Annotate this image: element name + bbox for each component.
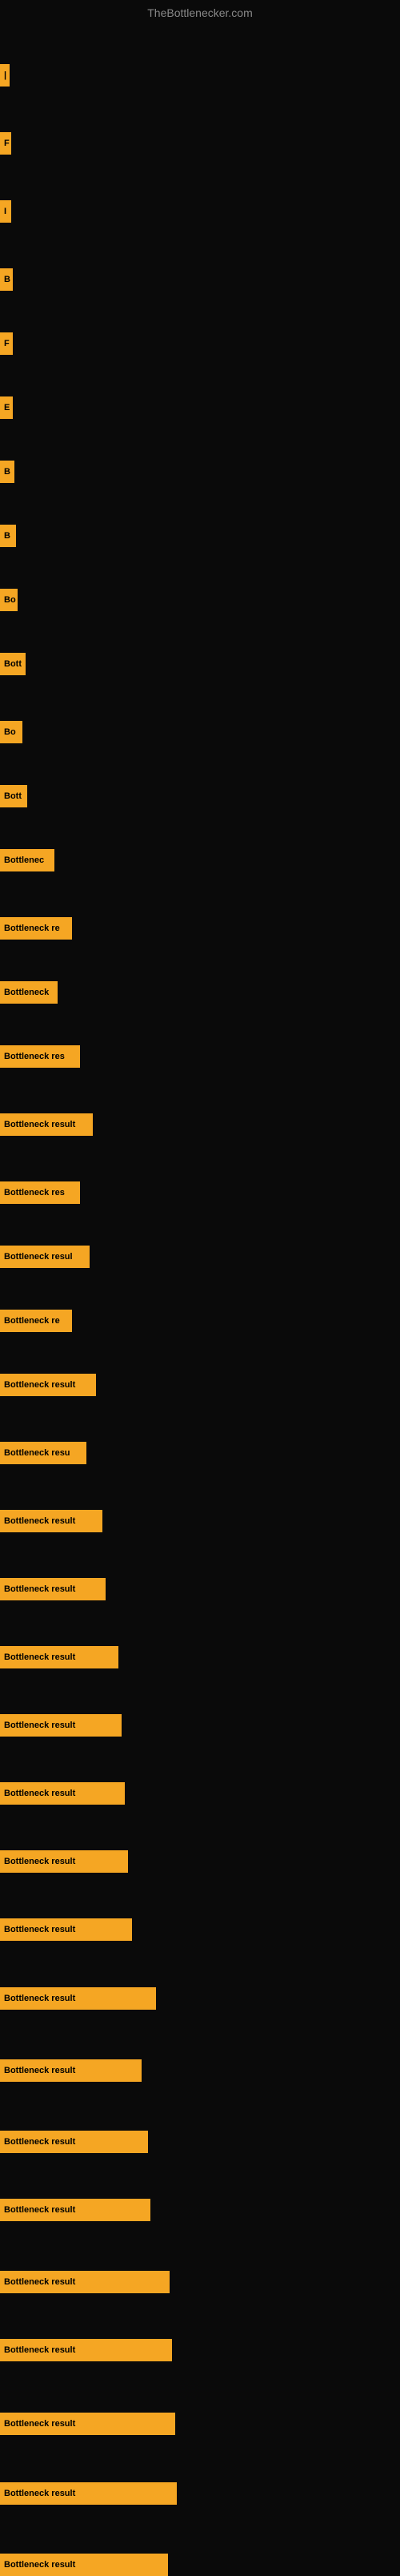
bar-row-3: I bbox=[0, 200, 400, 223]
bar-label-25: Bottleneck result bbox=[0, 1646, 118, 1668]
bar-label-2: F bbox=[0, 132, 11, 155]
bar-row-1: | bbox=[0, 64, 400, 87]
bar-label-27: Bottleneck result bbox=[0, 1782, 125, 1805]
bar-row-31: Bottleneck result bbox=[0, 2059, 400, 2082]
bar-label-3: I bbox=[0, 200, 11, 223]
bar-row-18: Bottleneck res bbox=[0, 1181, 400, 1204]
bar-row-15: Bottleneck bbox=[0, 981, 400, 1004]
bar-label-16: Bottleneck res bbox=[0, 1045, 80, 1068]
bar-label-5: F bbox=[0, 332, 13, 355]
bar-row-37: Bottleneck result bbox=[0, 2482, 400, 2505]
bar-row-20: Bottleneck re bbox=[0, 1310, 400, 1332]
bar-row-38: Bottleneck result bbox=[0, 2554, 400, 2576]
bar-row-36: Bottleneck result bbox=[0, 2413, 400, 2435]
bar-label-20: Bottleneck re bbox=[0, 1310, 72, 1332]
bar-row-7: B bbox=[0, 461, 400, 483]
bar-label-23: Bottleneck result bbox=[0, 1510, 102, 1532]
bar-label-38: Bottleneck result bbox=[0, 2554, 168, 2576]
bar-row-23: Bottleneck result bbox=[0, 1510, 400, 1532]
bar-label-17: Bottleneck result bbox=[0, 1113, 93, 1136]
bar-row-10: Bott bbox=[0, 653, 400, 675]
bar-label-24: Bottleneck result bbox=[0, 1578, 106, 1600]
bar-row-13: Bottlenec bbox=[0, 849, 400, 871]
bar-row-34: Bottleneck result bbox=[0, 2271, 400, 2293]
bar-row-12: Bott bbox=[0, 785, 400, 807]
bar-row-8: B bbox=[0, 525, 400, 547]
bar-label-10: Bott bbox=[0, 653, 26, 675]
bar-row-24: Bottleneck result bbox=[0, 1578, 400, 1600]
bar-label-19: Bottleneck resul bbox=[0, 1246, 90, 1268]
bar-label-36: Bottleneck result bbox=[0, 2413, 175, 2435]
bar-label-26: Bottleneck result bbox=[0, 1714, 122, 1737]
bar-row-19: Bottleneck resul bbox=[0, 1246, 400, 1268]
bar-label-15: Bottleneck bbox=[0, 981, 58, 1004]
bar-row-11: Bo bbox=[0, 721, 400, 743]
bar-label-28: Bottleneck result bbox=[0, 1850, 128, 1873]
bar-label-21: Bottleneck result bbox=[0, 1374, 96, 1396]
bar-label-35: Bottleneck result bbox=[0, 2339, 172, 2361]
bar-label-9: Bo bbox=[0, 589, 18, 611]
bar-label-18: Bottleneck res bbox=[0, 1181, 80, 1204]
bar-label-6: E bbox=[0, 396, 13, 419]
bar-row-33: Bottleneck result bbox=[0, 2199, 400, 2221]
bar-row-29: Bottleneck result bbox=[0, 1918, 400, 1941]
bar-label-11: Bo bbox=[0, 721, 22, 743]
bar-row-9: Bo bbox=[0, 589, 400, 611]
bar-row-22: Bottleneck resu bbox=[0, 1442, 400, 1464]
bar-row-25: Bottleneck result bbox=[0, 1646, 400, 1668]
bar-label-31: Bottleneck result bbox=[0, 2059, 142, 2082]
bar-label-1: | bbox=[0, 64, 10, 87]
bar-label-32: Bottleneck result bbox=[0, 2131, 148, 2153]
bar-row-4: B bbox=[0, 268, 400, 291]
bar-row-2: F bbox=[0, 132, 400, 155]
bar-row-17: Bottleneck result bbox=[0, 1113, 400, 1136]
bar-row-6: E bbox=[0, 396, 400, 419]
bar-label-22: Bottleneck resu bbox=[0, 1442, 86, 1464]
bar-label-30: Bottleneck result bbox=[0, 1987, 156, 2010]
bar-row-5: F bbox=[0, 332, 400, 355]
bar-row-14: Bottleneck re bbox=[0, 917, 400, 940]
bar-row-21: Bottleneck result bbox=[0, 1374, 400, 1396]
bar-row-16: Bottleneck res bbox=[0, 1045, 400, 1068]
site-title: TheBottlenecker.com bbox=[147, 6, 253, 19]
bar-row-26: Bottleneck result bbox=[0, 1714, 400, 1737]
bar-row-28: Bottleneck result bbox=[0, 1850, 400, 1873]
bar-row-32: Bottleneck result bbox=[0, 2131, 400, 2153]
bar-label-4: B bbox=[0, 268, 13, 291]
bar-label-8: B bbox=[0, 525, 16, 547]
bar-label-13: Bottlenec bbox=[0, 849, 54, 871]
bar-label-12: Bott bbox=[0, 785, 27, 807]
bar-label-14: Bottleneck re bbox=[0, 917, 72, 940]
bar-label-7: B bbox=[0, 461, 14, 483]
bar-label-34: Bottleneck result bbox=[0, 2271, 170, 2293]
bar-row-27: Bottleneck result bbox=[0, 1782, 400, 1805]
bar-label-37: Bottleneck result bbox=[0, 2482, 177, 2505]
bar-label-29: Bottleneck result bbox=[0, 1918, 132, 1941]
bar-row-35: Bottleneck result bbox=[0, 2339, 400, 2361]
bar-label-33: Bottleneck result bbox=[0, 2199, 150, 2221]
bar-row-30: Bottleneck result bbox=[0, 1987, 400, 2010]
